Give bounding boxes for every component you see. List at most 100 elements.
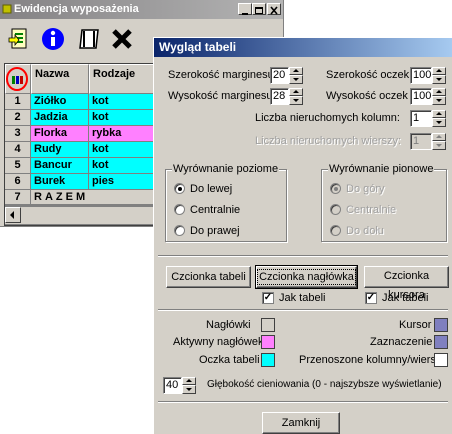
cell-height-spinner[interactable]: 100 xyxy=(410,88,446,105)
grid-cell-rodzaje[interactable]: kot xyxy=(89,158,154,174)
export-icon[interactable] xyxy=(7,26,33,52)
scroll-left-button[interactable] xyxy=(5,207,21,223)
cell-width-value[interactable]: 100 xyxy=(410,67,432,84)
separator xyxy=(158,255,448,257)
margin-height-value[interactable]: 28 xyxy=(270,88,289,105)
check-icon[interactable]: ✓ xyxy=(262,292,274,304)
dialog-title: Wygląd tabeli xyxy=(154,38,452,57)
row-number[interactable]: 6 xyxy=(5,174,31,190)
grid-cell-rodzaje[interactable]: kot xyxy=(89,94,154,110)
spin-up-button[interactable] xyxy=(289,67,303,75)
cells-color-label: Oczka tabeli xyxy=(199,354,260,366)
data-grid[interactable]: Nazwa Rodzaje 1 Ziółko kot 2 Jadzia kot 3 Flork… xyxy=(4,63,155,226)
vertical-align-group: Wyrównanie pionowe Do góry Centralnie Do… xyxy=(321,163,447,242)
main-window-title: Ewidencja wyposażenia xyxy=(14,3,139,15)
spin-down-button[interactable] xyxy=(432,118,446,127)
headers-color-label: Nagłówki xyxy=(206,319,251,331)
spin-down-button[interactable] xyxy=(432,96,446,105)
table-appearance-dialog: Wygląd tabeli Szerokość marginesu 20 Wys… xyxy=(153,37,452,434)
separator xyxy=(158,309,448,311)
column-settings-icon xyxy=(6,67,28,91)
column-header-nazwa[interactable]: Nazwa xyxy=(31,64,89,94)
margin-height-spinner[interactable]: 28 xyxy=(270,88,304,105)
selection-color-swatch[interactable] xyxy=(434,335,448,349)
active-header-color-label: Aktywny nagłówek xyxy=(173,336,264,348)
app-icon xyxy=(2,4,12,14)
totals-row-number: 7 xyxy=(5,190,31,205)
cells-color-swatch[interactable] xyxy=(261,353,275,367)
header-font-button[interactable]: Czcionka nagłówka xyxy=(255,265,358,289)
arrow-left-icon xyxy=(10,211,14,219)
moved-color-swatch[interactable] xyxy=(434,353,448,367)
margin-width-spinner[interactable]: 20 xyxy=(270,67,304,84)
spin-down-button[interactable] xyxy=(289,96,303,105)
cursor-color-swatch[interactable] xyxy=(434,318,448,332)
close-button[interactable]: Zamknij xyxy=(262,412,340,434)
row-number[interactable]: 3 xyxy=(5,126,31,142)
spin-down-button[interactable] xyxy=(289,75,303,84)
cursor-font-button[interactable]: Czcionka kursora xyxy=(364,266,449,301)
grid-cell-rodzaje[interactable]: kot xyxy=(89,142,154,158)
grid-cell-nazwa[interactable]: Bancur xyxy=(31,158,89,174)
fixed-rows-spinner: 1 xyxy=(410,133,446,150)
grid-cell-rodzaje[interactable]: rybka xyxy=(89,126,154,142)
grid-cell-rodzaje[interactable]: kot xyxy=(89,110,154,126)
spin-up-button[interactable] xyxy=(432,67,446,75)
row-number[interactable]: 5 xyxy=(5,158,31,174)
selection-color-label: Zaznaczenie xyxy=(370,336,433,348)
fixed-columns-spinner[interactable]: 1 xyxy=(410,110,446,127)
shadow-depth-label: Głębokość cieniowania (0 - najszybsze wy… xyxy=(207,379,442,390)
row-number[interactable]: 4 xyxy=(5,142,31,158)
fixed-columns-value[interactable]: 1 xyxy=(410,110,432,127)
grid-cell-nazwa[interactable]: Burek xyxy=(31,174,89,190)
shadow-depth-spinner[interactable]: 40 xyxy=(163,377,197,394)
spin-up-button[interactable] xyxy=(182,377,196,385)
cell-width-spinner[interactable]: 100 xyxy=(410,67,446,84)
spin-down-button[interactable] xyxy=(432,75,446,84)
margin-width-label: Szerokość marginesu xyxy=(168,69,274,81)
cursor-color-label: Kursor xyxy=(399,319,432,331)
grid-cell-nazwa[interactable]: Rudy xyxy=(31,142,89,158)
totals-row-label: RAZEM xyxy=(31,190,154,205)
table-font-button[interactable]: Czcionka tabeli xyxy=(166,266,251,288)
cell-width-label: Szerokość oczek xyxy=(326,69,410,81)
spin-up-button xyxy=(432,133,446,141)
maximize-button[interactable] xyxy=(252,3,266,15)
minimize-button[interactable] xyxy=(238,3,252,15)
minimize-icon xyxy=(242,13,248,15)
horizontal-align-group: Wyrównanie poziome Do lewej Centralnie D… xyxy=(165,163,287,242)
headers-color-swatch[interactable] xyxy=(261,318,275,332)
spin-up-button[interactable] xyxy=(432,110,446,118)
check-icon[interactable]: ✓ xyxy=(365,292,377,304)
moved-color-label: Przenoszone kolumny/wiersze xyxy=(299,354,448,366)
grid-cell-rodzaje[interactable]: pies xyxy=(89,174,154,190)
horizontal-scrollbar[interactable] xyxy=(5,207,154,224)
spin-up-button[interactable] xyxy=(289,88,303,96)
spin-up-button[interactable] xyxy=(432,88,446,96)
separator xyxy=(158,401,448,403)
grid-cell-nazwa[interactable]: Jadzia xyxy=(31,110,89,126)
spin-down-button[interactable] xyxy=(182,385,196,394)
margin-width-value[interactable]: 20 xyxy=(270,67,289,84)
row-number[interactable]: 1 xyxy=(5,94,31,110)
close-window-button[interactable] xyxy=(267,3,281,15)
main-window-titlebar: Ewidencja wyposażenia xyxy=(0,0,283,19)
shadow-depth-value[interactable]: 40 xyxy=(163,377,182,394)
spin-down-button xyxy=(432,141,446,150)
info-icon[interactable] xyxy=(40,26,66,52)
grid-cell-nazwa[interactable]: Florka xyxy=(31,126,89,142)
vertical-align-title: Wyrównanie pionowe xyxy=(328,163,435,175)
margin-height-label: Wysokość marginesu xyxy=(168,90,273,102)
row-number[interactable]: 2 xyxy=(5,110,31,126)
close-icon xyxy=(270,6,278,15)
fixed-columns-label: Liczba nieruchomych kolumn: xyxy=(255,112,400,124)
film-icon[interactable] xyxy=(76,26,102,52)
cell-height-value[interactable]: 100 xyxy=(410,88,432,105)
fixed-rows-label: Liczba nieruchomych wierszy: xyxy=(255,135,402,147)
delete-icon[interactable] xyxy=(109,26,135,52)
grid-corner-header[interactable] xyxy=(5,64,31,94)
active-header-color-swatch[interactable] xyxy=(261,335,275,349)
cell-height-label: Wysokość oczek xyxy=(326,90,408,102)
grid-cell-nazwa[interactable]: Ziółko xyxy=(31,94,89,110)
column-header-rodzaje[interactable]: Rodzaje xyxy=(89,64,154,94)
